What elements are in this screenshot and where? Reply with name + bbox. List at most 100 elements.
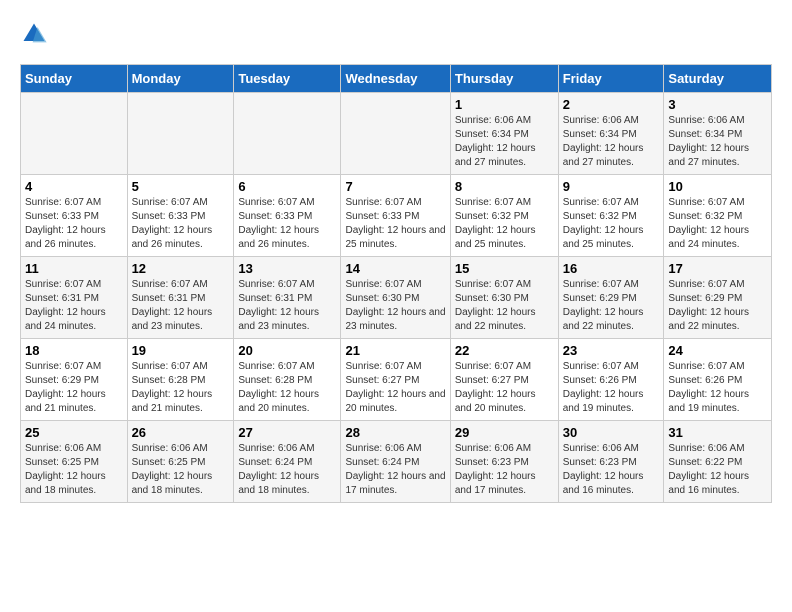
day-number: 2 [563,97,660,112]
calendar-cell: 30 Sunrise: 6:06 AM Sunset: 6:23 PM Dayli… [558,421,664,503]
day-number: 26 [132,425,230,440]
logo [20,20,52,48]
day-info: Sunrise: 6:06 AM Sunset: 6:34 PM Dayligh… [668,114,767,170]
day-info: Sunrise: 6:07 AM Sunset: 6:29 PM Dayligh… [668,278,767,334]
day-info: Sunrise: 6:07 AM Sunset: 6:33 PM Dayligh… [345,196,445,252]
day-info: Sunrise: 6:06 AM Sunset: 6:22 PM Dayligh… [668,442,767,498]
day-number: 21 [345,343,445,358]
day-header-monday: Monday [127,65,234,93]
week-row-5: 25 Sunrise: 6:06 AM Sunset: 6:25 PM Dayli… [21,421,772,503]
day-number: 25 [25,425,123,440]
day-number: 14 [345,261,445,276]
day-info: Sunrise: 6:06 AM Sunset: 6:25 PM Dayligh… [25,442,123,498]
day-info: Sunrise: 6:07 AM Sunset: 6:28 PM Dayligh… [132,360,230,416]
day-info: Sunrise: 6:07 AM Sunset: 6:30 PM Dayligh… [345,278,445,334]
day-number: 4 [25,179,123,194]
calendar-cell: 13 Sunrise: 6:07 AM Sunset: 6:31 PM Dayli… [234,257,341,339]
calendar-cell: 5 Sunrise: 6:07 AM Sunset: 6:33 PM Daylig… [127,175,234,257]
calendar-cell: 15 Sunrise: 6:07 AM Sunset: 6:30 PM Dayli… [450,257,558,339]
calendar-header: SundayMondayTuesdayWednesdayThursdayFrid… [21,65,772,93]
calendar-cell [341,93,450,175]
calendar-cell: 1Sunrise: 6:06 AM Sunset: 6:34 PM Daylig… [450,93,558,175]
day-number: 5 [132,179,230,194]
day-number: 22 [455,343,554,358]
day-number: 29 [455,425,554,440]
calendar-cell: 6Sunrise: 6:07 AM Sunset: 6:33 PM Daylig… [234,175,341,257]
day-header-sunday: Sunday [21,65,128,93]
day-number: 28 [345,425,445,440]
day-info: Sunrise: 6:07 AM Sunset: 6:31 PM Dayligh… [25,278,123,334]
calendar-cell: 26 Sunrise: 6:06 AM Sunset: 6:25 PM Dayli… [127,421,234,503]
day-info: Sunrise: 6:07 AM Sunset: 6:33 PM Dayligh… [132,196,230,252]
calendar-cell: 18 Sunrise: 6:07 AM Sunset: 6:29 PM Dayli… [21,339,128,421]
calendar-cell: 29Sunrise: 6:06 AM Sunset: 6:23 PM Dayli… [450,421,558,503]
calendar-cell: 8 Sunrise: 6:07 AM Sunset: 6:32 PM Daylig… [450,175,558,257]
calendar-cell: 10 Sunrise: 6:07 AM Sunset: 6:32 PM Dayli… [664,175,772,257]
day-number: 10 [668,179,767,194]
calendar-cell: 2Sunrise: 6:06 AM Sunset: 6:34 PM Daylig… [558,93,664,175]
calendar-cell: 22 Sunrise: 6:07 AM Sunset: 6:27 PM Dayli… [450,339,558,421]
calendar-cell [21,93,128,175]
calendar-cell: 27 Sunrise: 6:06 AM Sunset: 6:24 PM Dayli… [234,421,341,503]
page-header [20,20,772,48]
day-number: 31 [668,425,767,440]
calendar-table: SundayMondayTuesdayWednesdayThursdayFrid… [20,64,772,503]
day-number: 30 [563,425,660,440]
day-number: 15 [455,261,554,276]
day-number: 18 [25,343,123,358]
day-info: Sunrise: 6:07 AM Sunset: 6:29 PM Dayligh… [25,360,123,416]
days-of-week-row: SundayMondayTuesdayWednesdayThursdayFrid… [21,65,772,93]
day-info: Sunrise: 6:06 AM Sunset: 6:23 PM Dayligh… [563,442,660,498]
day-number: 3 [668,97,767,112]
calendar-cell: 24Sunrise: 6:07 AM Sunset: 6:26 PM Dayli… [664,339,772,421]
day-number: 12 [132,261,230,276]
calendar-cell: 25 Sunrise: 6:06 AM Sunset: 6:25 PM Dayli… [21,421,128,503]
calendar-cell: 19Sunrise: 6:07 AM Sunset: 6:28 PM Dayli… [127,339,234,421]
day-number: 13 [238,261,336,276]
calendar-cell: 14 Sunrise: 6:07 AM Sunset: 6:30 PM Dayli… [341,257,450,339]
day-number: 17 [668,261,767,276]
calendar-cell: 12 Sunrise: 6:07 AM Sunset: 6:31 PM Dayli… [127,257,234,339]
logo-icon [20,20,48,48]
calendar-cell: 3 Sunrise: 6:06 AM Sunset: 6:34 PM Daylig… [664,93,772,175]
day-info: Sunrise: 6:07 AM Sunset: 6:29 PM Dayligh… [563,278,660,334]
day-number: 20 [238,343,336,358]
calendar-cell: 16Sunrise: 6:07 AM Sunset: 6:29 PM Dayli… [558,257,664,339]
day-number: 27 [238,425,336,440]
day-info: Sunrise: 6:06 AM Sunset: 6:34 PM Dayligh… [455,114,554,170]
calendar-cell [234,93,341,175]
day-number: 23 [563,343,660,358]
week-row-1: 1Sunrise: 6:06 AM Sunset: 6:34 PM Daylig… [21,93,772,175]
calendar-cell: 17 Sunrise: 6:07 AM Sunset: 6:29 PM Dayli… [664,257,772,339]
calendar-cell: 31 Sunrise: 6:06 AM Sunset: 6:22 PM Dayli… [664,421,772,503]
calendar-cell: 7 Sunrise: 6:07 AM Sunset: 6:33 PM Daylig… [341,175,450,257]
day-number: 7 [345,179,445,194]
day-info: Sunrise: 6:07 AM Sunset: 6:33 PM Dayligh… [25,196,123,252]
week-row-3: 11 Sunrise: 6:07 AM Sunset: 6:31 PM Dayli… [21,257,772,339]
day-number: 9 [563,179,660,194]
day-number: 8 [455,179,554,194]
calendar-body: 1Sunrise: 6:06 AM Sunset: 6:34 PM Daylig… [21,93,772,503]
day-number: 11 [25,261,123,276]
day-info: Sunrise: 6:07 AM Sunset: 6:32 PM Dayligh… [668,196,767,252]
day-info: Sunrise: 6:07 AM Sunset: 6:32 PM Dayligh… [455,196,554,252]
day-info: Sunrise: 6:07 AM Sunset: 6:31 PM Dayligh… [238,278,336,334]
day-header-tuesday: Tuesday [234,65,341,93]
day-info: Sunrise: 6:07 AM Sunset: 6:30 PM Dayligh… [455,278,554,334]
day-info: Sunrise: 6:07 AM Sunset: 6:26 PM Dayligh… [563,360,660,416]
day-header-saturday: Saturday [664,65,772,93]
day-info: Sunrise: 6:07 AM Sunset: 6:27 PM Dayligh… [345,360,445,416]
day-info: Sunrise: 6:07 AM Sunset: 6:31 PM Dayligh… [132,278,230,334]
day-info: Sunrise: 6:06 AM Sunset: 6:24 PM Dayligh… [345,442,445,498]
calendar-cell: 20Sunrise: 6:07 AM Sunset: 6:28 PM Dayli… [234,339,341,421]
day-info: Sunrise: 6:07 AM Sunset: 6:33 PM Dayligh… [238,196,336,252]
day-header-friday: Friday [558,65,664,93]
calendar-cell: 11 Sunrise: 6:07 AM Sunset: 6:31 PM Dayli… [21,257,128,339]
calendar-cell [127,93,234,175]
day-info: Sunrise: 6:07 AM Sunset: 6:27 PM Dayligh… [455,360,554,416]
day-info: Sunrise: 6:06 AM Sunset: 6:25 PM Dayligh… [132,442,230,498]
calendar-cell: 28 Sunrise: 6:06 AM Sunset: 6:24 PM Dayli… [341,421,450,503]
calendar-cell: 23 Sunrise: 6:07 AM Sunset: 6:26 PM Dayli… [558,339,664,421]
day-info: Sunrise: 6:06 AM Sunset: 6:24 PM Dayligh… [238,442,336,498]
week-row-4: 18 Sunrise: 6:07 AM Sunset: 6:29 PM Dayli… [21,339,772,421]
